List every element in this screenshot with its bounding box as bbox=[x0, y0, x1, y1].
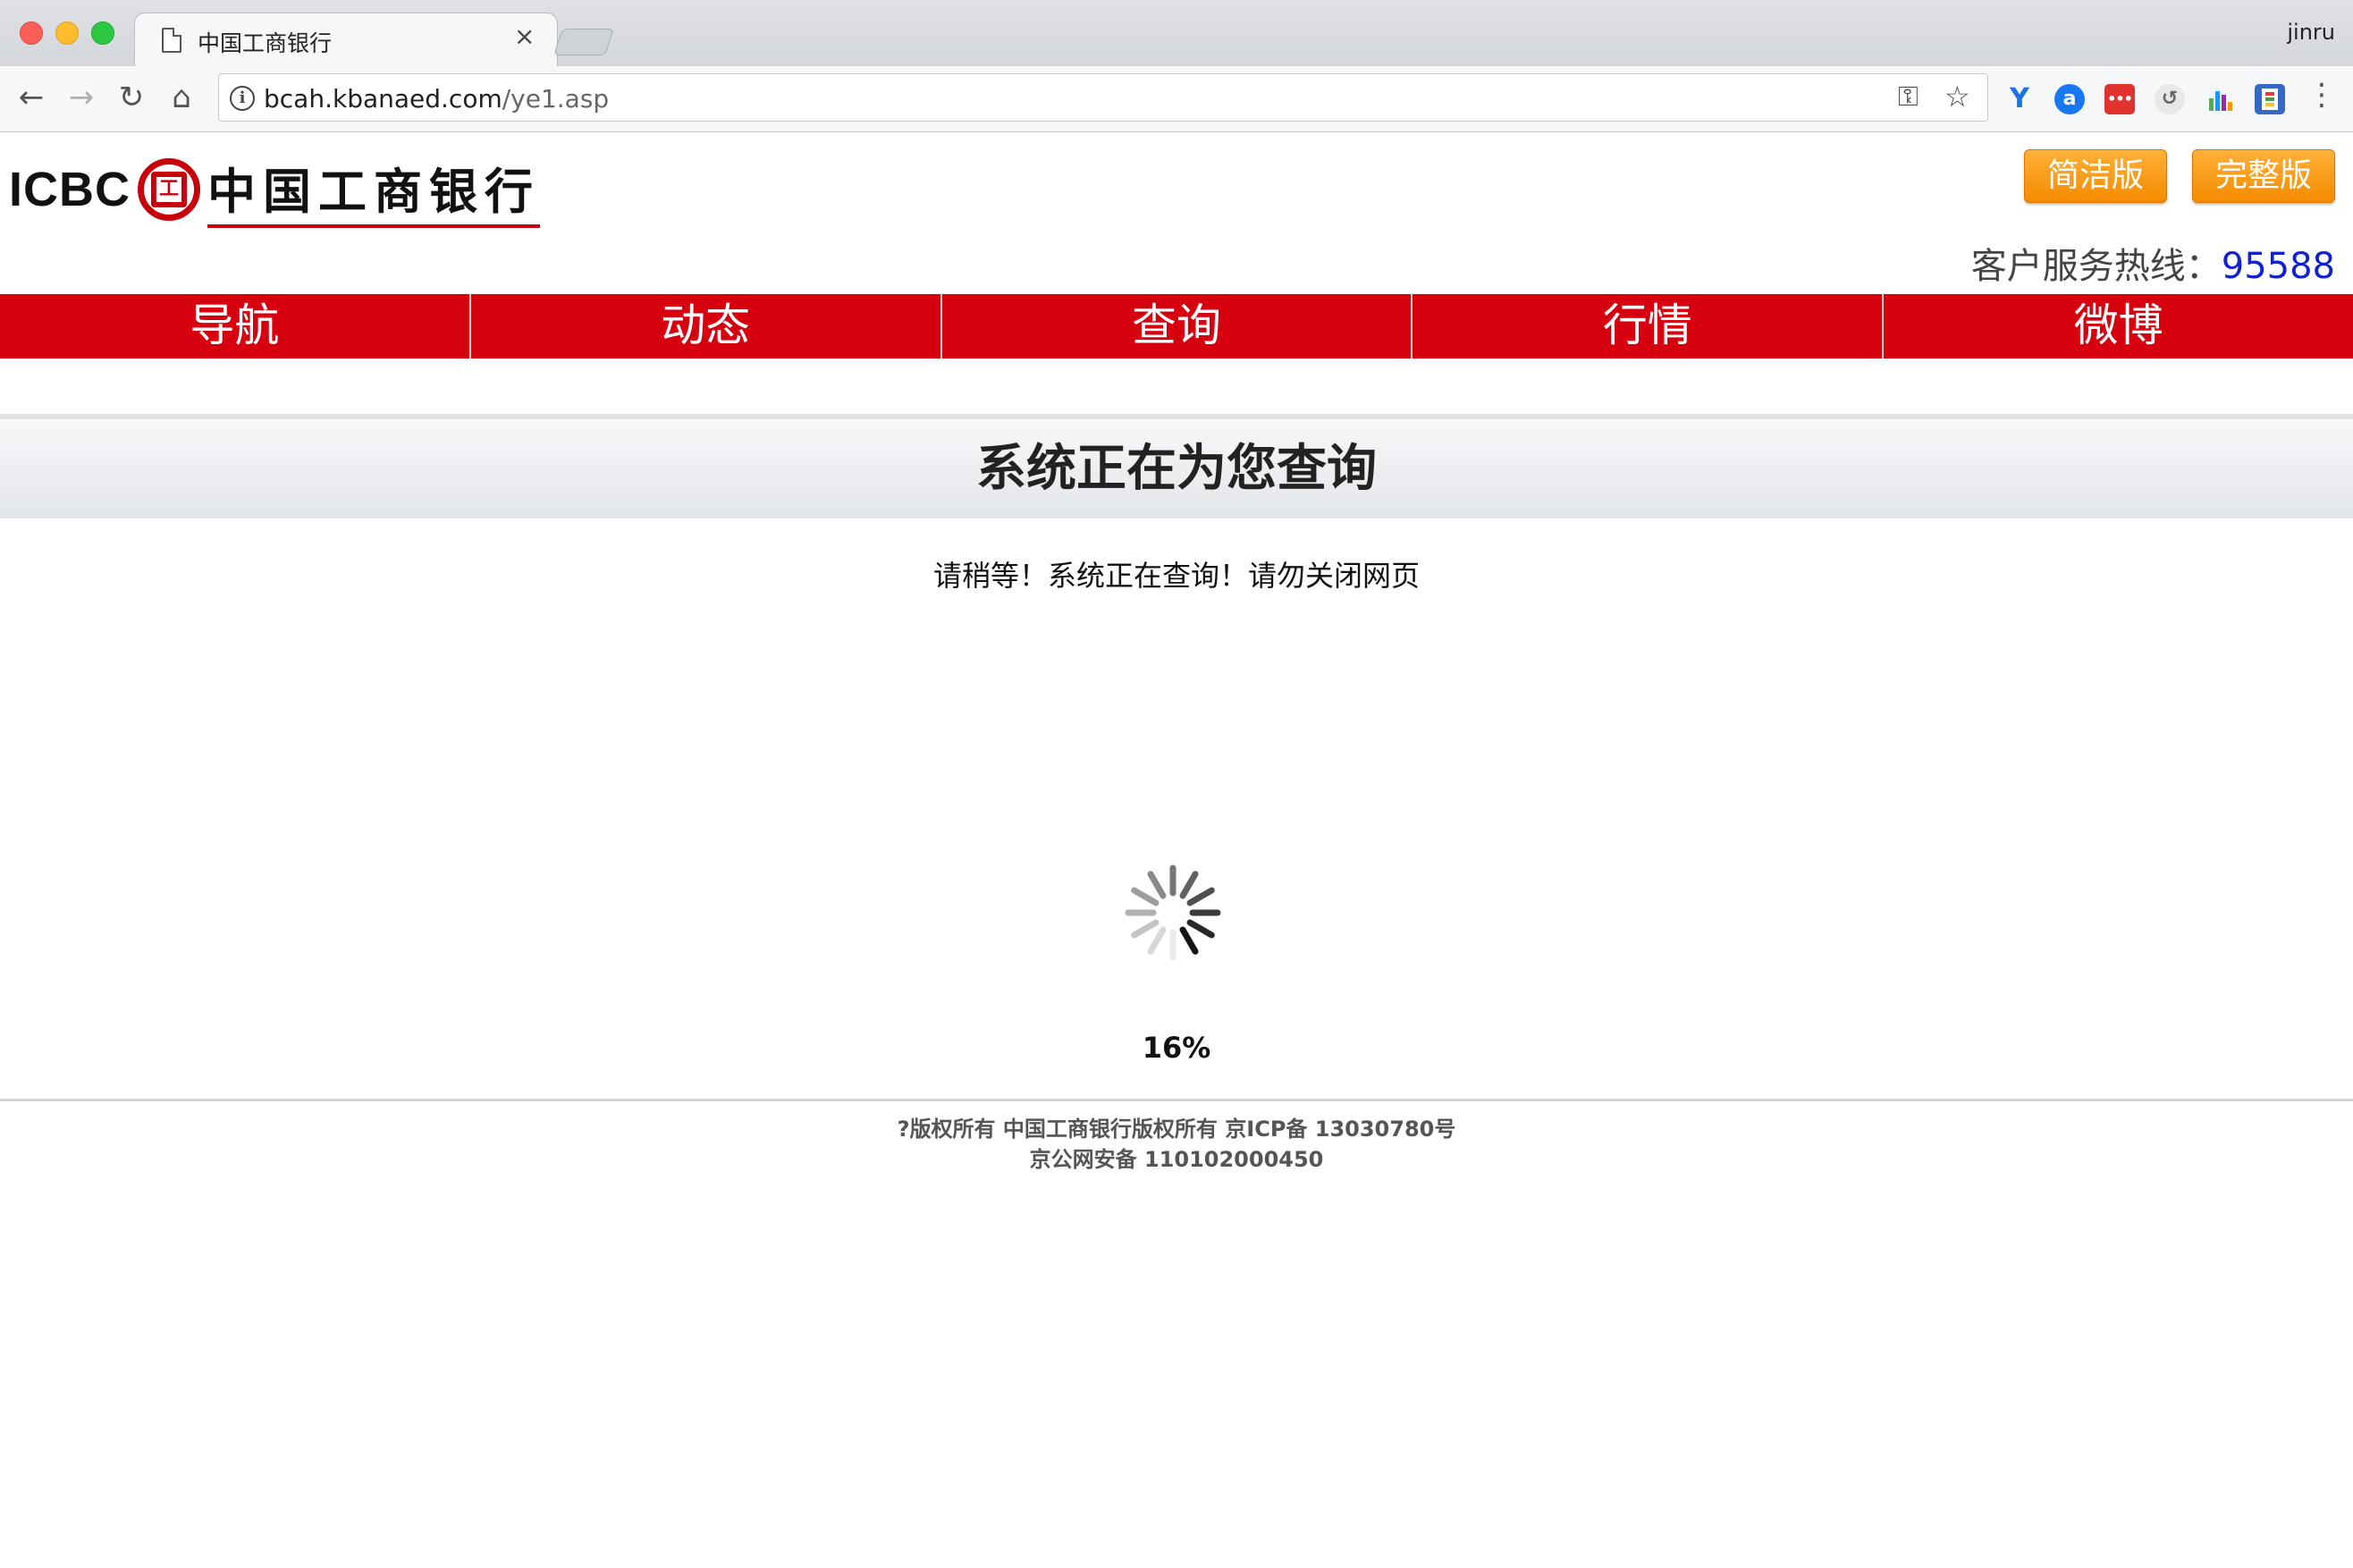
hotline-label: 客户服务热线： bbox=[1970, 246, 2222, 287]
footer-divider bbox=[0, 1099, 2353, 1101]
footer-security-record: 京公网安备 110102000450 bbox=[1029, 1147, 1324, 1172]
spinner-spoke bbox=[1131, 887, 1160, 906]
page-icon bbox=[162, 28, 181, 53]
home-icon[interactable]: ⌂ bbox=[161, 77, 202, 118]
extension-vpn-icon[interactable]: Y bbox=[2004, 84, 2035, 114]
page-title: 系统正在为您查询 bbox=[976, 440, 1377, 498]
loading-spinner-icon bbox=[1125, 864, 1221, 961]
full-version-button[interactable]: 完整版 bbox=[2192, 149, 2335, 203]
browser-menu-icon[interactable]: ⋮ bbox=[2307, 77, 2337, 113]
nav-item-weibo[interactable]: 微博 bbox=[1884, 294, 2353, 358]
nav-item-news[interactable]: 动态 bbox=[471, 294, 942, 358]
spinner-spoke bbox=[1186, 919, 1215, 939]
simple-version-button[interactable]: 简洁版 bbox=[2024, 149, 2167, 203]
extension-a-icon[interactable]: a bbox=[2054, 84, 2085, 114]
browser-toolbar: ← → ↻ ⌂ i bcah.kbanaed.com/ye1.asp ⚿ ☆ Y… bbox=[0, 66, 2353, 132]
heading-band: 系统正在为您查询 bbox=[0, 419, 2353, 518]
logo-seal-glyph: 工 bbox=[151, 172, 187, 207]
spinner-spoke bbox=[1179, 871, 1199, 899]
site-info-icon[interactable]: i bbox=[230, 86, 255, 111]
url-path: /ye1.asp bbox=[502, 84, 610, 114]
hotline-number: 95588 bbox=[2221, 246, 2335, 287]
reload-icon[interactable]: ↻ bbox=[111, 77, 152, 118]
browser-titlebar: 中国工商银行 × jinru bbox=[0, 0, 2353, 68]
browser-tab[interactable]: 中国工商银行 × bbox=[134, 13, 558, 68]
bookmark-star-icon[interactable]: ☆ bbox=[1944, 80, 1970, 114]
url-host: bcah.kbanaed.com bbox=[264, 84, 502, 114]
progress-percent: 16% bbox=[1142, 1031, 1211, 1065]
extension-chart-icon[interactable] bbox=[2205, 84, 2235, 114]
extension-dots-icon[interactable]: ••• bbox=[2104, 84, 2135, 114]
key-icon[interactable]: ⚿ bbox=[1898, 81, 1919, 113]
url-text[interactable]: bcah.kbanaed.com/ye1.asp bbox=[264, 84, 609, 114]
tab-title: 中国工商银行 bbox=[198, 30, 333, 56]
logo-chinese-text: 中国工商银行 bbox=[207, 163, 540, 220]
spinner-spoke bbox=[1179, 926, 1199, 955]
maximize-window-button[interactable] bbox=[91, 21, 114, 45]
icbc-seal-icon: 工 bbox=[138, 158, 200, 221]
service-hotline: 客户服务热线：95588 bbox=[1971, 237, 2335, 289]
footer-copyright: ?版权所有 中国工商银行版权所有 京ICP备 13030780号 bbox=[897, 1117, 1456, 1142]
logo-chinese-wrap: 中国工商银行 bbox=[207, 152, 540, 228]
logo-latin-text: ICBC bbox=[9, 163, 131, 216]
forward-icon[interactable]: → bbox=[61, 77, 102, 118]
back-icon[interactable]: ← bbox=[11, 77, 52, 118]
spinner-spoke bbox=[1147, 871, 1167, 899]
extension-translate-icon[interactable]: ↺ bbox=[2155, 84, 2185, 114]
spinner-spoke bbox=[1147, 926, 1167, 955]
close-window-button[interactable] bbox=[20, 21, 43, 45]
address-bar[interactable]: i bcah.kbanaed.com/ye1.asp ⚿ ☆ bbox=[218, 73, 1988, 122]
extension-bookmark-icon[interactable] bbox=[2255, 84, 2285, 114]
tab-close-button[interactable]: × bbox=[514, 24, 535, 49]
minimize-window-button[interactable] bbox=[55, 21, 79, 45]
new-tab-button[interactable] bbox=[553, 29, 614, 55]
icbc-logo[interactable]: ICBC 工 中国工商银行 bbox=[9, 149, 540, 230]
nav-item-navigation[interactable]: 导航 bbox=[0, 294, 471, 358]
nav-item-query[interactable]: 查询 bbox=[942, 294, 1413, 358]
nav-item-market[interactable]: 行情 bbox=[1413, 294, 1885, 358]
spinner-spoke bbox=[1131, 919, 1160, 939]
main-nav: 导航 动态 查询 行情 微博 bbox=[0, 294, 2353, 358]
profile-name[interactable]: jinru bbox=[2287, 20, 2335, 45]
spinner-spoke bbox=[1186, 887, 1215, 906]
page: ICBC 工 中国工商银行 简洁版 完整版 客户服务热线：95588 导航 动态… bbox=[0, 133, 2353, 1568]
wait-message: 请稍等！系统正在查询！请勿关闭网页 bbox=[932, 559, 1420, 593]
